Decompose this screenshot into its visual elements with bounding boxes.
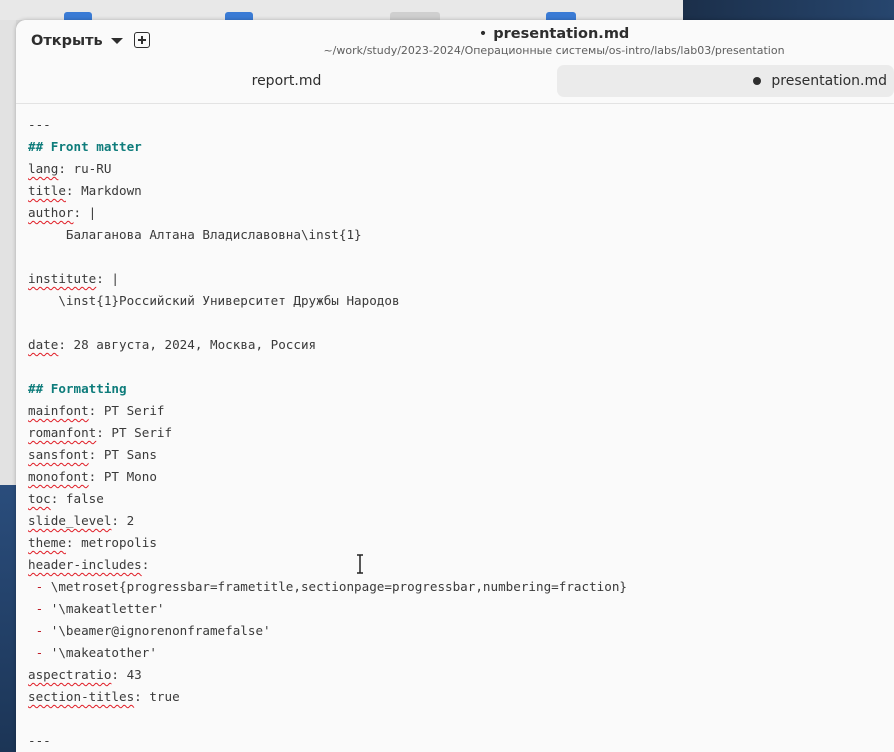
code-line: ## Front matter bbox=[28, 139, 142, 154]
desktop-wallpaper-edge bbox=[0, 485, 16, 752]
code-line: theme: metropolis bbox=[28, 535, 157, 550]
new-tab-icon[interactable] bbox=[134, 32, 150, 48]
tab-bar: report.md presentation.md bbox=[16, 62, 894, 104]
tab-label: presentation.md bbox=[771, 73, 887, 89]
window-title: • presentation.md bbox=[296, 24, 812, 44]
tab-label: report.md bbox=[251, 73, 322, 89]
background-window-strip bbox=[0, 0, 683, 20]
code-line: mainfont: PT Serif bbox=[28, 403, 165, 418]
code-line: \inst{1}Российский Университет Дружбы На… bbox=[28, 293, 400, 308]
code-content: --- ## Front matter lang: ru-RU title: Mark… bbox=[28, 114, 627, 752]
background-window-edge bbox=[0, 20, 16, 752]
code-line: author: | bbox=[28, 205, 97, 220]
window-subtitle-path: ~/work/study/2023-2024/Операционные сист… bbox=[323, 44, 785, 57]
open-button-label: Открыть bbox=[31, 33, 103, 49]
tab-report-md[interactable]: report.md bbox=[16, 65, 557, 97]
code-line: ## Formatting bbox=[28, 381, 127, 396]
window-title-text: presentation.md bbox=[493, 26, 630, 42]
code-line: monofont: PT Mono bbox=[28, 469, 157, 484]
header-bar: Открыть • presentation.md ~/work/study/20… bbox=[16, 20, 894, 62]
code-line: romanfont: PT Serif bbox=[28, 425, 173, 440]
code-line: - '\makeatother' bbox=[28, 645, 157, 660]
desktop-wallpaper bbox=[683, 0, 894, 20]
code-line: toc: false bbox=[28, 491, 104, 506]
code-line: date: 28 августа, 2024, Москва, Россия bbox=[28, 337, 317, 352]
background-icon bbox=[546, 12, 576, 20]
code-line: --- bbox=[28, 117, 51, 132]
code-line: header-includes: bbox=[28, 557, 150, 572]
code-line: - '\makeatletter' bbox=[28, 601, 165, 616]
open-button[interactable]: Открыть bbox=[23, 27, 131, 55]
code-line: lang: ru-RU bbox=[28, 161, 112, 176]
code-line: sansfont: PT Sans bbox=[28, 447, 157, 462]
text-editor-window: Открыть • presentation.md ~/work/study/20… bbox=[16, 20, 894, 752]
unsaved-dot-icon bbox=[753, 77, 762, 85]
code-line: section-titles: true bbox=[28, 689, 180, 704]
code-line: --- bbox=[28, 733, 51, 748]
window-title-area: • presentation.md ~/work/study/2023-2024/… bbox=[296, 24, 812, 58]
code-line: institute: | bbox=[28, 271, 119, 286]
tab-presentation-md[interactable]: presentation.md bbox=[557, 65, 894, 97]
background-icon bbox=[390, 12, 440, 20]
code-line: Балаганова Алтана Владиславовна\inst{1} bbox=[28, 227, 362, 242]
background-icon bbox=[64, 12, 92, 20]
text-cursor-icon bbox=[357, 554, 363, 574]
code-line: slide_level: 2 bbox=[28, 513, 135, 528]
background-icon bbox=[225, 12, 253, 20]
code-line: - \metroset{progressbar=frametitle,secti… bbox=[28, 579, 627, 594]
code-line: - '\beamer@ignorenonframefalse' bbox=[28, 623, 271, 638]
code-line: aspectratio: 43 bbox=[28, 667, 142, 682]
code-line: title: Markdown bbox=[28, 183, 142, 198]
text-editor-area[interactable]: --- ## Front matter lang: ru-RU title: Mark… bbox=[16, 104, 894, 752]
modified-indicator: • bbox=[478, 26, 488, 42]
chevron-down-icon bbox=[110, 38, 123, 44]
